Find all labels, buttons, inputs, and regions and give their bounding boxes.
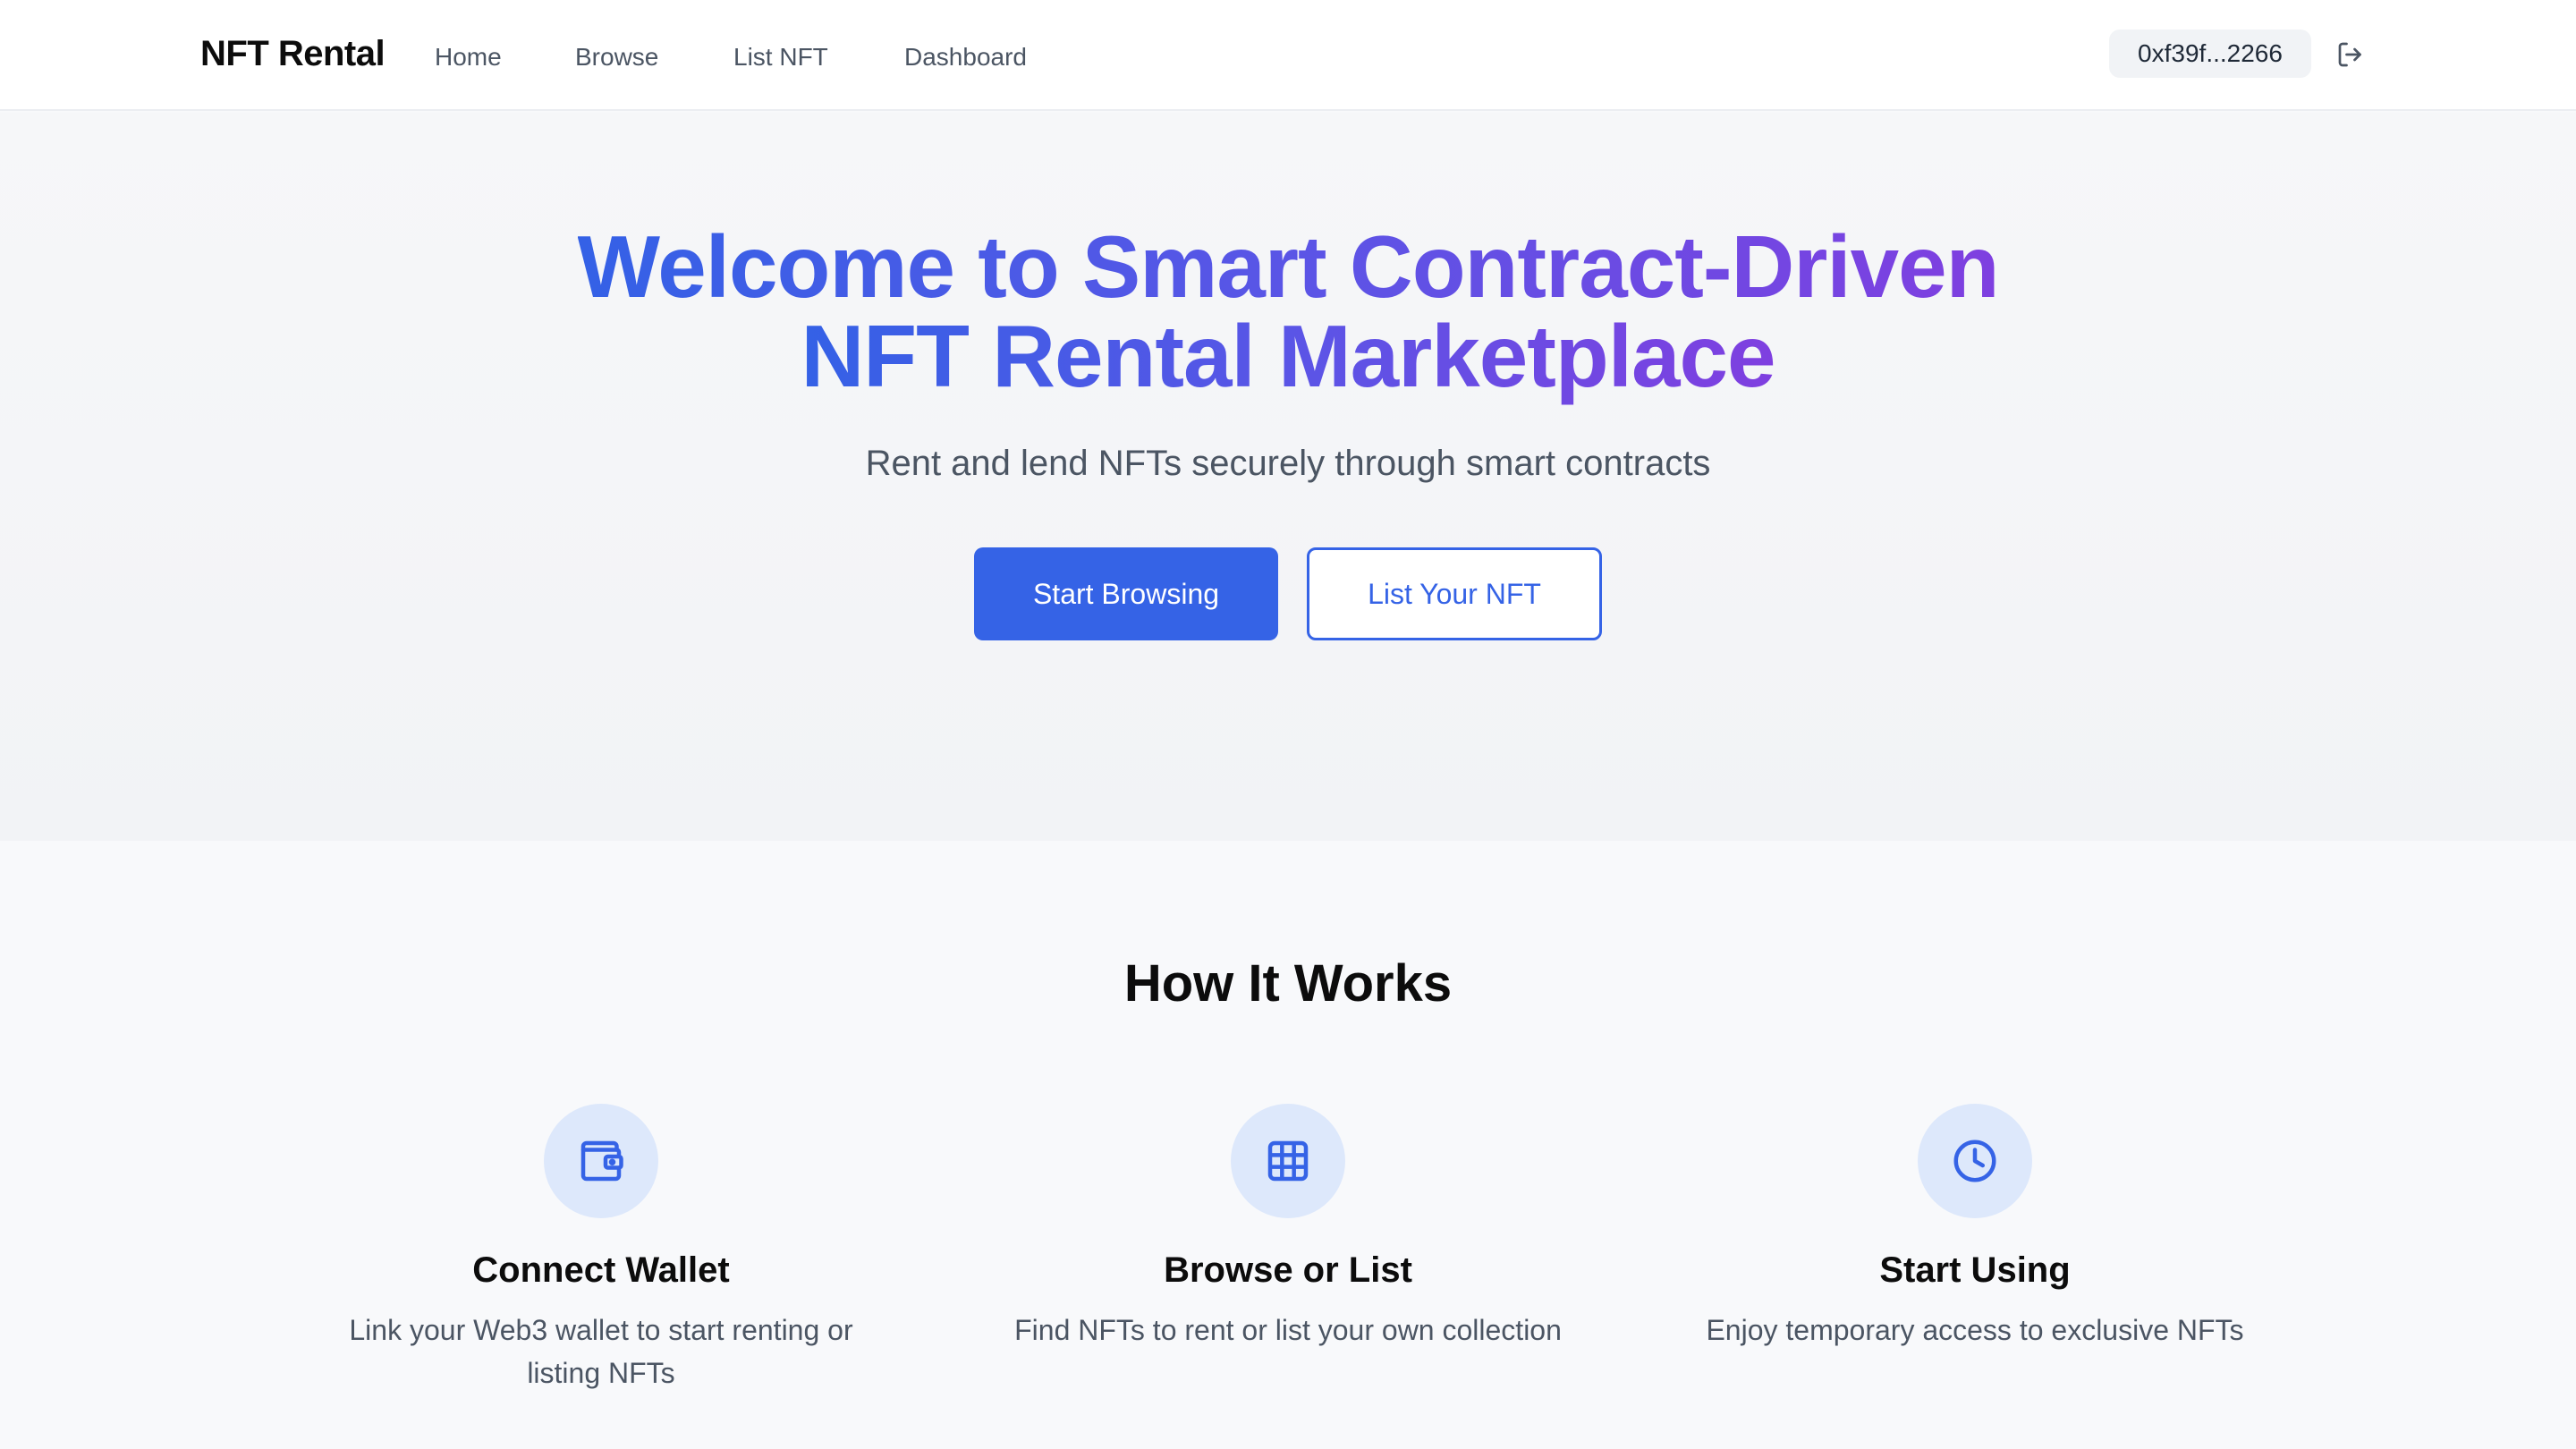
wallet-address-badge[interactable]: 0xf39f...2266 bbox=[2109, 30, 2311, 78]
logout-icon[interactable] bbox=[2334, 38, 2367, 71]
step-description: Enjoy temporary access to exclusive NFTs bbox=[1706, 1314, 2244, 1346]
step-description: Find NFTs to rent or list your own colle… bbox=[1014, 1314, 1562, 1346]
nav-link-home[interactable]: Home bbox=[435, 43, 502, 72]
clock-icon bbox=[1918, 1104, 2032, 1218]
grid-icon bbox=[1231, 1104, 1345, 1218]
step-title: Browse or List bbox=[1164, 1250, 1412, 1290]
top-navbar: NFT Rental Home Browse List NFT Dashboar… bbox=[0, 0, 2576, 111]
step-card-start-using: Start Using Enjoy temporary access to ex… bbox=[1644, 1104, 2306, 1352]
hero-title-line2: NFT Rental Marketplace bbox=[801, 307, 1776, 405]
hero-section: Welcome to Smart Contract-Driven NFT Ren… bbox=[0, 113, 2576, 841]
how-it-works-title: How It Works bbox=[1123, 954, 1453, 1013]
hero-subtitle: Rent and lend NFTs securely through smar… bbox=[865, 444, 1711, 483]
hero-title: Welcome to Smart Contract-Driven NFT Ren… bbox=[0, 222, 2576, 401]
step-card-connect-wallet: Connect Wallet Link your Web3 wallet to … bbox=[270, 1104, 932, 1394]
start-browsing-button[interactable]: Start Browsing bbox=[974, 547, 1278, 640]
step-description: Link your Web3 wallet to start renting o… bbox=[349, 1314, 853, 1389]
brand-logo[interactable]: NFT Rental bbox=[200, 34, 386, 74]
step-title: Connect Wallet bbox=[472, 1250, 730, 1290]
nav-link-browse[interactable]: Browse bbox=[575, 43, 658, 72]
wallet-icon bbox=[544, 1104, 658, 1218]
hero-title-line1: Welcome to Smart Contract-Driven bbox=[577, 217, 2000, 316]
list-your-nft-button[interactable]: List Your NFT bbox=[1307, 547, 1602, 640]
step-title: Start Using bbox=[1879, 1250, 2071, 1290]
nav-link-dashboard[interactable]: Dashboard bbox=[904, 43, 1027, 72]
nav-link-list-nft[interactable]: List NFT bbox=[733, 43, 828, 72]
step-card-browse-or-list: Browse or List Find NFTs to rent or list… bbox=[957, 1104, 1619, 1352]
